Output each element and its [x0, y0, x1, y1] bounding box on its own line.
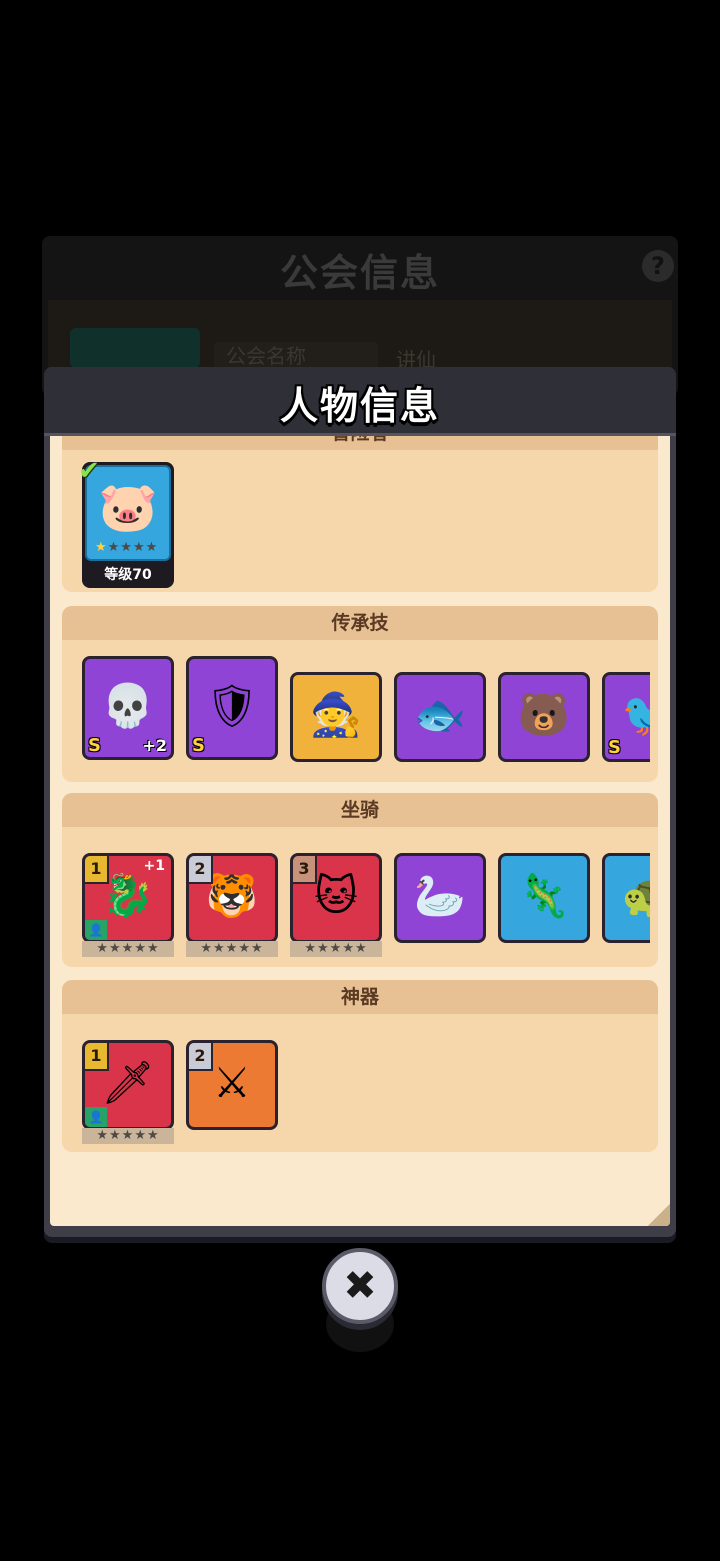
pelican-mount-icon: 🦢: [413, 871, 467, 921]
guild-name-label: 公会名称: [214, 342, 378, 370]
artifact-holy-sword[interactable]: ⚔ 2: [186, 1040, 278, 1130]
artifacts-header: 神器: [62, 980, 658, 1014]
knight-icon: 🛡: [205, 681, 259, 731]
skill-grade: S: [192, 735, 205, 756]
modal-header: 人物信息: [44, 367, 676, 436]
help-icon: ?: [642, 250, 674, 282]
mounts-section: 坐骑 🐉 1 +1 👤 ★★★★★ 🐯 2 ★★★★★ 🐱 3 ★★★★★ 🦢 …: [62, 793, 658, 967]
adventurer-card[interactable]: 🐷 ★★★★★ 等级70 ✔: [78, 456, 174, 588]
mummy-cat-mount-icon: 🐱: [314, 871, 358, 921]
mount-stars: ★★★★★: [290, 941, 382, 957]
adventurer-stars: ★★★★★: [95, 540, 159, 555]
slot-badge: 1: [85, 1043, 109, 1071]
holy-sword-icon: ⚔: [213, 1058, 251, 1108]
dragon-mount-icon: 🐉: [101, 871, 155, 921]
legacy-skills-row[interactable]: 💀 S +2 🛡 S 🧙 🐟 🐻 🐦: [82, 656, 650, 776]
artifacts-row[interactable]: 🗡 1 👤 ★★★★★ ⚔ 2: [82, 1030, 650, 1150]
turtle-mount-icon: 🐢: [622, 875, 650, 917]
skill-grade: S: [608, 737, 621, 758]
paper-corner-curl: [648, 1204, 670, 1226]
slot-badge: 1: [85, 856, 109, 884]
legacy-skills-section: 传承技 💀 S +2 🛡 S 🧙 🐟 🐻 S: [62, 606, 658, 782]
axolotl-mount-icon: 🦎: [517, 871, 571, 921]
tiger-mount-icon: 🐯: [205, 871, 259, 921]
adventurer-level: 等级70: [104, 567, 152, 583]
skill-grade: S: [88, 735, 101, 756]
adventurer-section: 冒险者 🐷 ★★★★★ 等级70 ✔: [62, 436, 658, 592]
character-info-modal: 人物信息 冒险者 🐷 ★★★★★ 等级70 ✔ 传承技 💀 S +2: [44, 367, 676, 1237]
crow-icon: 🐦: [622, 694, 650, 736]
selected-check-icon: ✔: [78, 456, 100, 486]
legacy-skill-rogue[interactable]: 🧙: [290, 672, 382, 762]
slot-badge: 2: [189, 856, 213, 884]
mount-mummy-cat[interactable]: 🐱 3: [290, 853, 382, 943]
guild-info-title: 公会信息: [279, 251, 440, 295]
mount-stars: ★★★★★: [186, 941, 278, 957]
slot-badge: 3: [293, 856, 317, 884]
skill-plus: +2: [142, 736, 167, 755]
legacy-skills-header: 传承技: [62, 606, 658, 640]
fish-creature-icon: 🐟: [413, 690, 467, 740]
adventurer-section-header: 冒险者: [62, 436, 658, 450]
vine-sword-icon: 🗡: [101, 1058, 155, 1108]
slot-badge: 2: [189, 1043, 213, 1071]
close-button[interactable]: ✖: [322, 1248, 398, 1324]
guild-banner-icon: [70, 328, 200, 368]
mount-tiger[interactable]: 🐯 2: [186, 853, 278, 943]
artifacts-section: 神器 🗡 1 👤 ★★★★★ ⚔ 2: [62, 980, 658, 1152]
hooded-rogue-icon: 🧙: [309, 690, 363, 740]
legacy-skill-crow[interactable]: 🐦 S: [602, 672, 650, 762]
legacy-skill-bear[interactable]: 🐻: [498, 672, 590, 762]
mount-axolotl[interactable]: 🦎: [498, 853, 590, 943]
pig-hero-icon: 🐷: [98, 479, 158, 536]
mount-plus: +1: [143, 858, 165, 874]
artifact-stars: ★★★★★: [82, 1128, 174, 1144]
modal-title: 人物信息: [279, 384, 440, 428]
equipped-person-icon: 👤: [85, 920, 107, 940]
mounts-row[interactable]: 🐉 1 +1 👤 ★★★★★ 🐯 2 ★★★★★ 🐱 3 ★★★★★ 🦢 🦎: [82, 843, 650, 963]
legacy-skill-fish[interactable]: 🐟: [394, 672, 486, 762]
modal-content[interactable]: 冒险者 🐷 ★★★★★ 等级70 ✔ 传承技 💀 S +2 🛡: [50, 436, 670, 1226]
mount-stars: ★★★★★: [82, 941, 174, 957]
hooded-bear-icon: 🐻: [517, 690, 571, 740]
reaper-icon: 💀: [101, 681, 155, 731]
mount-pelican[interactable]: 🦢: [394, 853, 486, 943]
mount-dragon[interactable]: 🐉 1 +1 👤: [82, 853, 174, 943]
artifact-vine-sword[interactable]: 🗡 1 👤: [82, 1040, 174, 1130]
close-icon: ✖: [343, 1263, 377, 1309]
legacy-skill-knight[interactable]: 🛡 S: [186, 656, 278, 760]
equipped-person-icon: 👤: [85, 1107, 107, 1127]
legacy-skill-reaper[interactable]: 💀 S +2: [82, 656, 174, 760]
mounts-header: 坐骑: [62, 793, 658, 827]
mount-turtle[interactable]: 🐢: [602, 853, 650, 943]
